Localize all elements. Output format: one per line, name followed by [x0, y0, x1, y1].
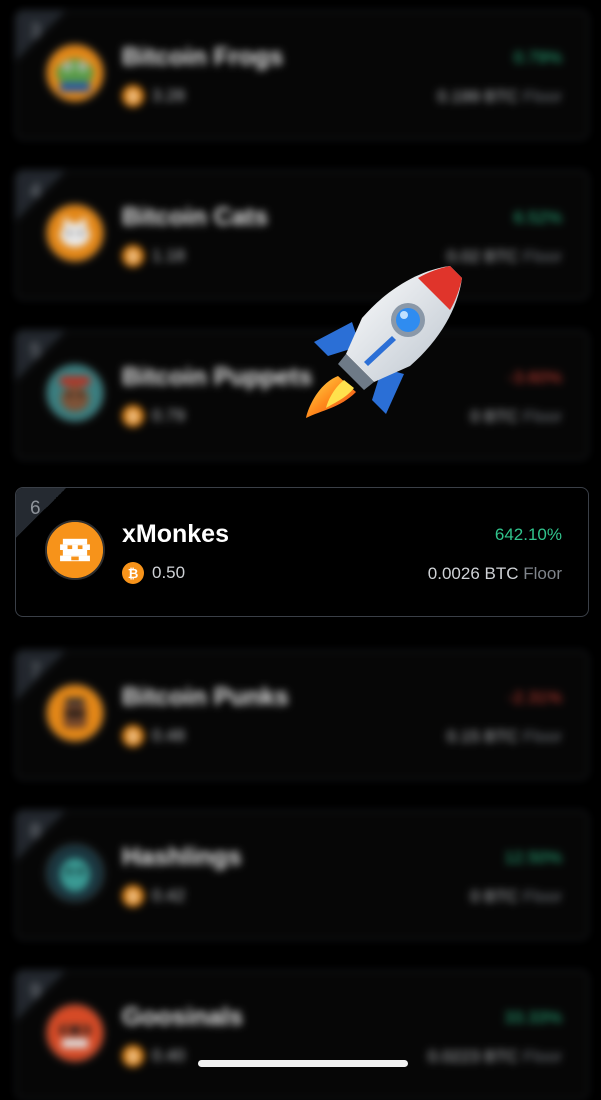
price-change: 12.50% — [504, 848, 562, 867]
bitcoin-icon: ₿ — [122, 245, 144, 267]
cat-avatar — [45, 203, 105, 263]
bitcoin-icon: ₿ — [122, 885, 144, 907]
price-change: 33.33% — [504, 1008, 562, 1027]
hashling-avatar — [45, 843, 105, 903]
holder-value: 3.28 — [152, 86, 186, 105]
collection-name: Bitcoin Frogs — [122, 43, 284, 71]
collection-name: Bitcoin Punks — [122, 683, 289, 711]
holder-count: ₿ 3.28 — [122, 85, 185, 107]
holder-count: ₿ 0.48 — [122, 725, 185, 747]
collection-card-8[interactable]: 8 Hashlings 12.50% ₿ 0.42 0 BTC Floor — [15, 810, 589, 940]
holder-count: ₿ 0.79 — [122, 405, 185, 427]
bitcoin-icon: ₿ — [122, 562, 144, 584]
rank-number: 8 — [30, 821, 41, 842]
goosinal-avatar — [45, 1003, 105, 1063]
bitcoin-icon: ₿ — [122, 405, 144, 427]
floor-price: 0.199 BTC Floor — [437, 87, 562, 106]
rank-number: 3 — [30, 21, 41, 42]
collection-card-3[interactable]: 3 Bitcoin Frogs 0.79% ₿ 3.28 0.199 BTC F… — [15, 10, 589, 140]
floor-price: 0.0223 BTC Floor — [427, 1047, 562, 1066]
bitcoin-icon: ₿ — [122, 85, 144, 107]
punk-avatar — [45, 683, 105, 743]
bitcoin-icon: ₿ — [122, 725, 144, 747]
floor-price: 0.0026 BTC Floor — [427, 564, 562, 583]
collection-card-9[interactable]: 9 Goosinals 33.33% ₿ 0.40 0.0223 BTC Flo… — [15, 970, 589, 1100]
collection-name: Bitcoin Puppets — [122, 363, 313, 391]
holder-value: 0.48 — [152, 726, 186, 745]
price-change: 6.52% — [513, 208, 562, 227]
rank-number: 6 — [30, 498, 41, 519]
holder-value: 0.79 — [152, 406, 186, 425]
collection-card-6[interactable]: 6 xMonkes 642.10% ₿ 0.50 0.0026 BTC Floo… — [15, 487, 589, 617]
holder-value: 0.40 — [152, 1046, 186, 1065]
puppet-avatar — [45, 363, 105, 423]
rocket-emoji-icon — [306, 266, 462, 418]
holder-count: ₿ 0.50 — [122, 562, 185, 584]
home-indicator[interactable] — [198, 1060, 408, 1067]
price-change: -3.60% — [508, 368, 562, 387]
price-change: 0.79% — [513, 48, 562, 67]
collection-list: 3 Bitcoin Frogs 0.79% ₿ 3.28 0.199 BTC F… — [0, 0, 601, 1100]
rank-number: 7 — [30, 661, 41, 682]
holder-value: 0.42 — [152, 886, 186, 905]
monke-avatar — [45, 520, 105, 580]
bitcoin-icon: ₿ — [122, 1045, 144, 1067]
holder-count: ₿ 1.18 — [122, 245, 185, 267]
collection-name: Bitcoin Cats — [122, 203, 268, 231]
holder-value: 1.18 — [152, 246, 186, 265]
collection-name: xMonkes — [122, 520, 229, 548]
rank-number: 9 — [30, 981, 41, 1002]
price-change: -2.31% — [508, 688, 562, 707]
price-change: 642.10% — [494, 525, 562, 544]
collection-name: Goosinals — [122, 1003, 243, 1031]
floor-price: 0 BTC Floor — [470, 887, 562, 906]
floor-price: 0.15 BTC Floor — [446, 727, 562, 746]
holder-value: 0.50 — [152, 563, 186, 582]
frog-avatar — [45, 43, 105, 103]
rank-number: 5 — [30, 341, 41, 362]
collection-name: Hashlings — [122, 843, 242, 871]
holder-count: ₿ 0.40 — [122, 1045, 185, 1067]
collection-card-7[interactable]: 7 Bitcoin Punks -2.31% ₿ 0.48 0.15 BTC F… — [15, 650, 589, 780]
holder-count: ₿ 0.42 — [122, 885, 185, 907]
floor-price: 0 BTC Floor — [470, 407, 562, 426]
rank-number: 4 — [30, 181, 41, 202]
